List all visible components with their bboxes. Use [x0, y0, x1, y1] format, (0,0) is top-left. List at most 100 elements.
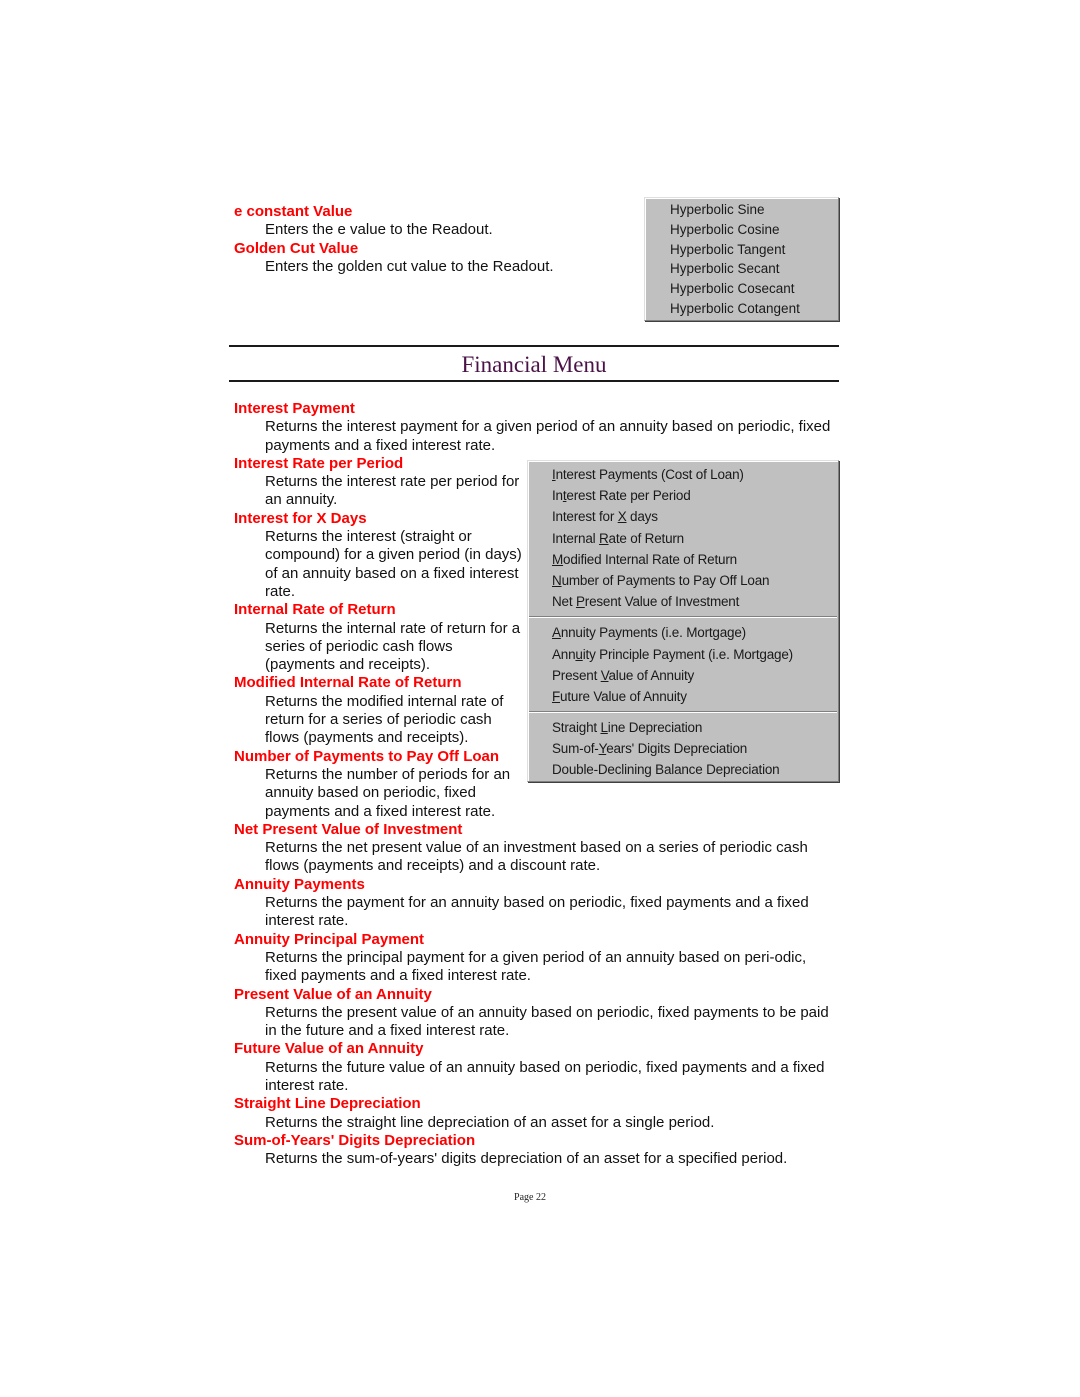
menu-accelerator-key: P [575, 594, 585, 610]
menu-item-text: nnuity Payments (i.e. Mortgage) [560, 625, 746, 641]
definition-term: Modified Internal Rate of Return [234, 674, 462, 692]
menu-item-text: uture Value of Annuity [560, 688, 687, 704]
menu-accelerator-key: u [575, 646, 583, 662]
menu-item-text: nterest Payments (Cost of Loan) [555, 467, 744, 482]
definition-term: e constant Value [234, 203, 353, 220]
definition-term: Straight Line Depreciation [234, 1095, 421, 1113]
menu-item-present-value-annuity[interactable]: Present Value of Annuity [528, 665, 838, 686]
menu-item-hyperbolic-cotangent[interactable]: Hyperbolic Cotangent [645, 299, 838, 319]
menu-item-annuity-payments[interactable]: Annuity Payments (i.e. Mortgage) [528, 622, 838, 643]
menu-accelerator-key: L [600, 720, 608, 736]
definition-interest-for-x-days: Interest for X Days Returns the interest… [234, 509, 522, 601]
section-divider-bottom [229, 380, 839, 382]
menu-item-text: alue of Annuity [608, 667, 695, 683]
menu-item-text: In [552, 488, 563, 504]
definition-term: Interest for X Days [234, 509, 367, 527]
page-number: Page 22 [514, 1192, 546, 1203]
menu-item-text: umber of Payments to Pay Off Loan [561, 572, 770, 588]
definition-description: Returns the net present value of an inve… [265, 839, 808, 875]
definition-modified-internal-rate-of-return: Modified Internal Rate of Return Returns… [234, 674, 503, 747]
menu-item-number-of-payments[interactable]: Number of Payments to Pay Off Loan [528, 570, 838, 591]
top-definitions: e constant Value Enters the e value to t… [234, 203, 634, 276]
menu-item-double-declining-balance[interactable]: Double-Declining Balance Depreciation [528, 759, 838, 780]
menu-accelerator-key: M [552, 551, 564, 567]
menu-item-text: Straight [552, 720, 601, 736]
definition-description: Returns the interest payment for a given… [265, 418, 831, 454]
definition-internal-rate-of-return: Internal Rate of Return Returns the inte… [234, 601, 520, 674]
definition-interest-rate-per-period: Interest Rate per Period Returns the int… [234, 454, 519, 510]
menu-item-text: Present [552, 667, 601, 683]
menu-item-text: ine Depreciation [607, 720, 703, 736]
definition-golden-cut: Golden Cut Value Enters the golden cut v… [234, 240, 634, 277]
menu-item-hyperbolic-cosecant[interactable]: Hyperbolic Cosecant [645, 279, 838, 299]
definition-description: Returns the straight line depreciation o… [265, 1113, 715, 1131]
menu-accelerator-key: A [552, 625, 561, 641]
section-title: Financial Menu [461, 352, 607, 377]
definition-description: Enters the golden cut value to the Reado… [265, 257, 554, 275]
menu-item-text: ears' Digits Depreciation [606, 741, 748, 757]
definition-term: Annuity Payments [234, 875, 365, 893]
definition-description: Returns the internal rate of return for … [265, 619, 521, 674]
definition-description: Returns the present value of an annuity … [265, 1003, 829, 1040]
definition-term: Annuity Principal Payment [234, 930, 425, 948]
menu-item-text: Sum-of- [552, 741, 599, 757]
definition-term: Number of Payments to Pay Off Loan [234, 747, 500, 765]
menu-separator [529, 616, 837, 619]
definition-description: Enters the e value to the Readout. [265, 221, 493, 239]
menu-item-text: ity Principle Payment (i.e. Mortgage) [582, 646, 793, 662]
menu-item-text: days [626, 509, 658, 525]
menu-accelerator-key: N [552, 572, 562, 588]
menu-item-net-present-value[interactable]: Net Present Value of Investment [528, 591, 838, 612]
definition-straight-line-depreciation: Straight Line Depreciation Returns the s… [234, 1095, 839, 1132]
menu-accelerator-key: F [552, 688, 561, 704]
definition-annuity-payments: Annuity Payments Returns the payment for… [234, 876, 839, 931]
menu-item-text: erest Rate per Period [566, 488, 691, 504]
menu-item-text: Internal [552, 530, 599, 546]
definition-description: Returns the sum-of-years' digits depreci… [265, 1150, 788, 1168]
menu-item-internal-rate-of-return[interactable]: Internal Rate of Return [528, 528, 838, 549]
definition-net-present-value: Net Present Value of Investment Returns … [234, 821, 839, 876]
menu-item-modified-irr[interactable]: Modified Internal Rate of Return [528, 549, 838, 570]
menu-item-hyperbolic-tangent[interactable]: Hyperbolic Tangent [645, 240, 838, 260]
definition-description: Returns the principal payment for a give… [265, 948, 807, 985]
definition-description: Returns the payment for an annuity based… [265, 894, 809, 930]
menu-item-annuity-principle-payment[interactable]: Annuity Principle Payment (i.e. Mortgage… [528, 644, 838, 665]
definition-interest-payment: Interest Payment Returns the interest pa… [234, 400, 839, 455]
menu-item-text: Double-Declining Balance Depreciation [552, 762, 780, 778]
menu-item-future-value-annuity[interactable]: Future Value of Annuity [528, 686, 838, 707]
definition-term: Golden Cut Value [234, 239, 359, 257]
menu-item-interest-payments[interactable]: Interest Payments (Cost of Loan) [528, 464, 838, 485]
definition-term: Sum-of-Years' Digits Depreciation [234, 1131, 476, 1149]
menu-item-interest-for-x-days[interactable]: Interest for X days [528, 506, 838, 527]
menu-item-straight-line-depreciation[interactable]: Straight Line Depreciation [528, 717, 838, 738]
definition-description: Returns the interest rate per period for… [265, 473, 520, 509]
menu-item-text: ate of Return [608, 530, 685, 546]
section-divider-top [229, 345, 839, 347]
menu-item-hyperbolic-sine[interactable]: Hyperbolic Sine [645, 200, 838, 220]
definition-term: Future Value of an Annuity [234, 1040, 424, 1058]
financial-menu: Interest Payments (Cost of Loan) Interes… [527, 460, 839, 782]
definition-description: Returns the modified internal rate of re… [265, 692, 504, 747]
menu-item-text: odified Internal Rate of Return [563, 551, 737, 567]
definition-description: Returns the interest (straight or compou… [265, 528, 522, 600]
menu-item-text: Interest for [552, 509, 618, 525]
menu-accelerator-key: R [598, 530, 609, 546]
definition-e-constant: e constant Value Enters the e value to t… [234, 203, 634, 240]
definition-description: Returns the future value of an annuity b… [265, 1058, 825, 1094]
hyperbolic-menu: Hyperbolic Sine Hyperbolic Cosine Hyperb… [644, 197, 839, 321]
definition-annuity-principal-payment: Annuity Principal Payment Returns the pr… [234, 931, 839, 986]
menu-item-sum-of-years-digits[interactable]: Sum-of-Years' Digits Depreciation [528, 738, 838, 759]
definition-term: Internal Rate of Return [234, 601, 396, 619]
menu-item-hyperbolic-secant[interactable]: Hyperbolic Secant [645, 259, 838, 279]
definition-number-of-payments: Number of Payments to Pay Off Loan Retur… [234, 747, 510, 821]
menu-item-hyperbolic-cosine[interactable]: Hyperbolic Cosine [645, 220, 838, 240]
menu-item-text: Ann [552, 646, 576, 662]
definition-description: Returns the number of periods for an ann… [265, 765, 511, 820]
menu-separator [529, 711, 837, 714]
definition-term: Interest Rate per Period [234, 454, 404, 472]
definition-sum-of-years-digits: Sum-of-Years' Digits Depreciation Return… [234, 1132, 839, 1169]
definition-term: Interest Payment [234, 400, 355, 417]
definition-term: Net Present Value of Investment [234, 820, 463, 838]
menu-accelerator-key: X [617, 509, 627, 525]
menu-item-interest-rate-per-period[interactable]: Interest Rate per Period [528, 485, 838, 506]
